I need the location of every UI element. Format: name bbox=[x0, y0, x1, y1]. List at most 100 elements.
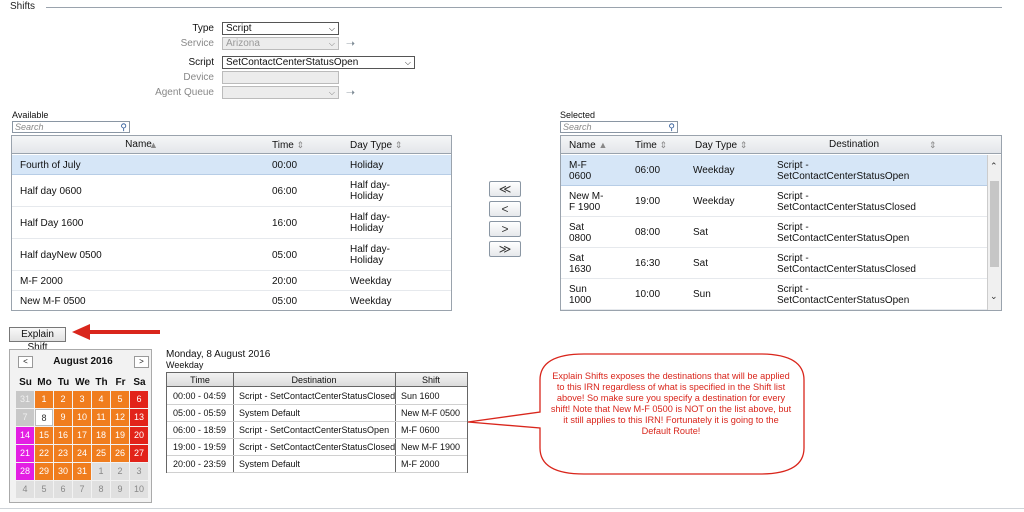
calendar-day[interactable]: 8 bbox=[92, 481, 110, 498]
calendar-day[interactable]: 26 bbox=[111, 445, 129, 462]
selected-search-input[interactable]: Search ⚲ bbox=[560, 121, 678, 133]
col-name[interactable]: Name bbox=[12, 136, 265, 154]
row-destination: Script - SetContactCenterStatusOpen bbox=[777, 221, 910, 244]
col-day-type[interactable]: Day Type ⇕ bbox=[695, 136, 747, 154]
sort-asc-icon: ▲ bbox=[149, 140, 158, 150]
calendar-day[interactable]: 27 bbox=[130, 445, 148, 462]
calendar-day[interactable]: 1 bbox=[92, 463, 110, 480]
col-name[interactable]: Name ▲ bbox=[569, 136, 607, 154]
calendar-day[interactable]: 5 bbox=[35, 481, 53, 498]
calendar-day[interactable]: 18 bbox=[92, 427, 110, 444]
move-all-right-button[interactable]: ≫ bbox=[489, 241, 521, 257]
calendar-day[interactable]: 21 bbox=[16, 445, 34, 462]
calendar-day[interactable]: 22 bbox=[35, 445, 53, 462]
calendar-day[interactable]: 3 bbox=[130, 463, 148, 480]
agent-queue-label: Agent Queue bbox=[155, 87, 214, 98]
table-row[interactable]: Sat 0800 08:00 Sat Script - SetContactCenterS… bbox=[561, 217, 987, 248]
calendar-day[interactable]: 23 bbox=[54, 445, 72, 462]
calendar-day[interactable]: 19 bbox=[111, 427, 129, 444]
available-search-input[interactable]: Search ⚲ bbox=[12, 121, 130, 133]
calendar-day[interactable]: 24 bbox=[73, 445, 91, 462]
calendar-day[interactable]: 15 bbox=[35, 427, 53, 444]
calendar-day[interactable]: 8 bbox=[35, 409, 53, 426]
calendar-day[interactable]: 30 bbox=[54, 463, 72, 480]
chevron-down-icon: ⌵ bbox=[328, 24, 335, 33]
device-field[interactable] bbox=[222, 71, 339, 84]
agent-queue-go-icon[interactable]: ➝ bbox=[344, 86, 357, 99]
calendar-day[interactable]: 6 bbox=[54, 481, 72, 498]
script-label: Script bbox=[188, 57, 214, 68]
chevron-down-icon: ⌵ bbox=[328, 39, 335, 48]
row-day-type: Half day- Holiday bbox=[350, 180, 391, 202]
calendar-prev-button[interactable]: < bbox=[18, 356, 33, 368]
move-all-left-button[interactable]: ≪ bbox=[489, 181, 521, 197]
calendar-day[interactable]: 2 bbox=[111, 463, 129, 480]
calendar-day[interactable]: 5 bbox=[111, 391, 129, 408]
row-name: New M-F 0500 bbox=[20, 295, 86, 307]
calendar-day[interactable]: 28 bbox=[16, 463, 34, 480]
calendar-day[interactable]: 31 bbox=[16, 391, 34, 408]
calendar-day[interactable]: 13 bbox=[130, 409, 148, 426]
calendar-day[interactable]: 31 bbox=[73, 463, 91, 480]
col-time[interactable]: Time ⇕ bbox=[272, 136, 304, 154]
search-icon[interactable]: ⚲ bbox=[668, 122, 675, 132]
scroll-down-icon[interactable]: ⌄ bbox=[990, 291, 998, 302]
explain-shift-button[interactable]: Explain Shift bbox=[9, 327, 66, 353]
calendar-day[interactable]: 17 bbox=[73, 427, 91, 444]
calendar-day[interactable]: 4 bbox=[16, 481, 34, 498]
calendar-day[interactable]: 2 bbox=[54, 391, 72, 408]
table-row[interactable]: Sun 1000 10:00 Sun Script - SetContactCenterS… bbox=[561, 279, 987, 310]
table-row[interactable]: Fourth of July 00:00 Holiday bbox=[12, 155, 451, 175]
selected-scrollbar[interactable]: ⌃ ⌄ bbox=[987, 155, 1001, 310]
row-day-type: Sat bbox=[693, 227, 709, 238]
scrollbar-thumb[interactable] bbox=[990, 181, 999, 267]
search-icon[interactable]: ⚲ bbox=[120, 122, 127, 132]
table-row[interactable]: Sat 1630 16:30 Sat Script - SetContactCenterS… bbox=[561, 248, 987, 279]
calendar-next-button[interactable]: > bbox=[134, 356, 149, 368]
calendar-day[interactable]: 6 bbox=[130, 391, 148, 408]
row-time: 10:00 bbox=[635, 289, 661, 300]
table-row[interactable]: Half Day 1600 16:00 Half day- Holiday bbox=[12, 207, 451, 239]
calendar-day[interactable]: 20 bbox=[130, 427, 148, 444]
service-select[interactable]: Arizona ⌵ bbox=[222, 37, 339, 50]
calendar-day[interactable]: 3 bbox=[73, 391, 91, 408]
calendar-day[interactable]: 10 bbox=[130, 481, 148, 498]
calendar-day[interactable]: 14 bbox=[16, 427, 34, 444]
table-row[interactable]: Half day 0600 06:00 Half day- Holiday bbox=[12, 175, 451, 207]
calendar-day[interactable]: 11 bbox=[92, 409, 110, 426]
col-time[interactable]: Time ⇕ bbox=[635, 136, 667, 154]
calendar-day-of-week: Sa bbox=[133, 377, 146, 388]
calendar-day[interactable]: 4 bbox=[92, 391, 110, 408]
calendar-day[interactable]: 29 bbox=[35, 463, 53, 480]
calendar-day[interactable]: 25 bbox=[92, 445, 110, 462]
move-right-button[interactable]: > bbox=[489, 221, 521, 237]
scroll-up-icon[interactable]: ⌃ bbox=[990, 161, 998, 172]
table-row[interactable]: M-F 2000 20:00 Weekday bbox=[12, 271, 451, 291]
script-select[interactable]: SetContactCenterStatusOpen ⌵ bbox=[222, 56, 415, 69]
agent-queue-select[interactable]: ⌵ bbox=[222, 86, 339, 99]
calendar: < August 2016 > Su Mo Tu We Th Fr Sa 31 1 2 3 4 5 6 7… bbox=[9, 349, 152, 503]
type-select[interactable]: Script ⌵ bbox=[222, 22, 339, 35]
calendar-day[interactable]: 12 bbox=[111, 409, 129, 426]
service-go-icon[interactable]: ➝ bbox=[344, 37, 357, 50]
table-row[interactable]: Half dayNew 0500 05:00 Half day- Holiday bbox=[12, 239, 451, 271]
calendar-day-of-week: Th bbox=[95, 377, 108, 388]
calendar-day[interactable]: 7 bbox=[16, 409, 34, 426]
row-day-type: Half day- Holiday bbox=[350, 212, 391, 234]
table-row[interactable]: New M- F 1900 19:00 Weekday Script - SetConta… bbox=[561, 186, 987, 217]
row-time: 06:00 bbox=[635, 165, 661, 176]
calendar-day[interactable]: 9 bbox=[54, 409, 72, 426]
calendar-day[interactable]: 10 bbox=[73, 409, 91, 426]
service-label: Service bbox=[180, 38, 214, 49]
type-label: Type bbox=[192, 23, 214, 34]
calendar-day[interactable]: 1 bbox=[35, 391, 53, 408]
calendar-day[interactable]: 16 bbox=[54, 427, 72, 444]
table-row[interactable]: M-F 0600 06:00 Weekday Script - SetContactCen… bbox=[561, 155, 987, 186]
move-left-button[interactable]: < bbox=[489, 201, 521, 217]
col-day-type[interactable]: Day Type ⇕ bbox=[350, 136, 402, 154]
calendar-day[interactable]: 7 bbox=[73, 481, 91, 498]
col-destination[interactable]: Destination bbox=[829, 136, 879, 154]
calendar-day[interactable]: 9 bbox=[111, 481, 129, 498]
table-row[interactable]: New M-F 0500 05:00 Weekday bbox=[12, 291, 451, 310]
row-day-type: Weekday bbox=[350, 275, 392, 287]
